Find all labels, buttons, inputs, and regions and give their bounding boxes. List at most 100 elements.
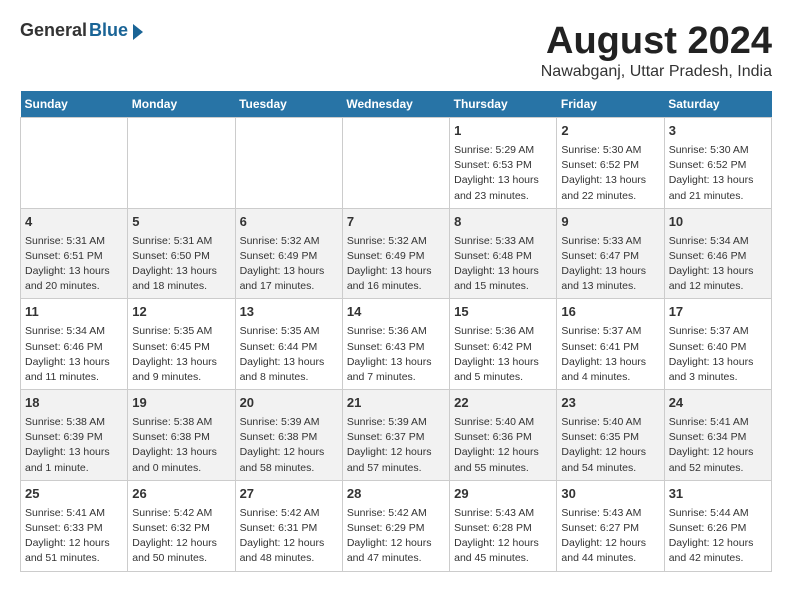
day-number: 22 [454, 394, 552, 413]
day-number: 29 [454, 485, 552, 504]
calendar-cell: 10 Sunrise: 5:34 AM Sunset: 6:46 PM Dayli… [664, 208, 771, 299]
calendar-cell: 16 Sunrise: 5:37 AM Sunset: 6:41 PM Dayli… [557, 299, 664, 390]
day-number: 13 [240, 303, 338, 322]
day-number: 17 [669, 303, 767, 322]
calendar-cell: 28 Sunrise: 5:42 AM Sunset: 6:29 PM Dayli… [342, 480, 449, 571]
day-info: Sunrise: 5:31 AM Sunset: 6:50 PM Dayligh… [132, 234, 230, 295]
calendar-cell [128, 118, 235, 209]
day-info: Sunrise: 5:30 AM Sunset: 6:52 PM Dayligh… [561, 143, 659, 204]
calendar-cell: 6Sunrise: 5:32 AM Sunset: 6:49 PM Daylig… [235, 208, 342, 299]
calendar-cell: 27 Sunrise: 5:42 AM Sunset: 6:31 PM Dayli… [235, 480, 342, 571]
day-number: 11 [25, 303, 123, 322]
day-info: Sunrise: 5:41 AM Sunset: 6:34 PM Dayligh… [669, 415, 767, 476]
day-info: Sunrise: 5:34 AM Sunset: 6:46 PM Dayligh… [25, 324, 123, 385]
day-number: 10 [669, 213, 767, 232]
day-header-saturday: Saturday [664, 91, 771, 118]
day-info: Sunrise: 5:41 AM Sunset: 6:33 PM Dayligh… [25, 506, 123, 567]
calendar-cell: 11 Sunrise: 5:34 AM Sunset: 6:46 PM Dayli… [21, 299, 128, 390]
day-info: Sunrise: 5:34 AM Sunset: 6:46 PM Dayligh… [669, 234, 767, 295]
day-number: 23 [561, 394, 659, 413]
day-number: 14 [347, 303, 445, 322]
calendar-cell: 30Sunrise: 5:43 AM Sunset: 6:27 PM Dayli… [557, 480, 664, 571]
logo-general: General [20, 20, 87, 41]
day-info: Sunrise: 5:40 AM Sunset: 6:36 PM Dayligh… [454, 415, 552, 476]
day-info: Sunrise: 5:40 AM Sunset: 6:35 PM Dayligh… [561, 415, 659, 476]
calendar-cell: 31Sunrise: 5:44 AM Sunset: 6:26 PM Dayli… [664, 480, 771, 571]
day-number: 26 [132, 485, 230, 504]
calendar-header: SundayMondayTuesdayWednesdayThursdayFrid… [21, 91, 772, 118]
day-info: Sunrise: 5:33 AM Sunset: 6:48 PM Dayligh… [454, 234, 552, 295]
calendar-cell [342, 118, 449, 209]
calendar-cell: 3 Sunrise: 5:30 AM Sunset: 6:52 PM Daylig… [664, 118, 771, 209]
page-header: General Blue August 2024 Nawabganj, Utta… [20, 20, 772, 81]
day-info: Sunrise: 5:33 AM Sunset: 6:47 PM Dayligh… [561, 234, 659, 295]
day-info: Sunrise: 5:35 AM Sunset: 6:45 PM Dayligh… [132, 324, 230, 385]
day-number: 8 [454, 213, 552, 232]
day-info: Sunrise: 5:42 AM Sunset: 6:31 PM Dayligh… [240, 506, 338, 567]
calendar-cell: 7Sunrise: 5:32 AM Sunset: 6:49 PM Daylig… [342, 208, 449, 299]
day-number: 21 [347, 394, 445, 413]
calendar-cell: 20 Sunrise: 5:39 AM Sunset: 6:38 PM Dayli… [235, 390, 342, 481]
calendar-cell: 4 Sunrise: 5:31 AM Sunset: 6:51 PM Daylig… [21, 208, 128, 299]
day-info: Sunrise: 5:42 AM Sunset: 6:32 PM Dayligh… [132, 506, 230, 567]
calendar-cell: 17Sunrise: 5:37 AM Sunset: 6:40 PM Dayli… [664, 299, 771, 390]
day-number: 25 [25, 485, 123, 504]
calendar-cell: 8 Sunrise: 5:33 AM Sunset: 6:48 PM Daylig… [450, 208, 557, 299]
day-number: 12 [132, 303, 230, 322]
calendar-cell [21, 118, 128, 209]
logo-arrow-icon [133, 24, 143, 40]
day-number: 20 [240, 394, 338, 413]
day-header-tuesday: Tuesday [235, 91, 342, 118]
day-number: 27 [240, 485, 338, 504]
day-info: Sunrise: 5:37 AM Sunset: 6:41 PM Dayligh… [561, 324, 659, 385]
day-header-wednesday: Wednesday [342, 91, 449, 118]
calendar-cell: 26 Sunrise: 5:42 AM Sunset: 6:32 PM Dayli… [128, 480, 235, 571]
day-number: 5 [132, 213, 230, 232]
day-info: Sunrise: 5:43 AM Sunset: 6:28 PM Dayligh… [454, 506, 552, 567]
day-header-thursday: Thursday [450, 91, 557, 118]
day-info: Sunrise: 5:32 AM Sunset: 6:49 PM Dayligh… [240, 234, 338, 295]
calendar-cell: 13Sunrise: 5:35 AM Sunset: 6:44 PM Dayli… [235, 299, 342, 390]
calendar-cell: 9 Sunrise: 5:33 AM Sunset: 6:47 PM Daylig… [557, 208, 664, 299]
day-info: Sunrise: 5:36 AM Sunset: 6:43 PM Dayligh… [347, 324, 445, 385]
location-subtitle: Nawabganj, Uttar Pradesh, India [541, 63, 772, 81]
calendar-cell [235, 118, 342, 209]
calendar-cell: 23 Sunrise: 5:40 AM Sunset: 6:35 PM Dayli… [557, 390, 664, 481]
calendar-table: SundayMondayTuesdayWednesdayThursdayFrid… [20, 91, 772, 572]
day-info: Sunrise: 5:38 AM Sunset: 6:38 PM Dayligh… [132, 415, 230, 476]
day-number: 3 [669, 122, 767, 141]
day-header-friday: Friday [557, 91, 664, 118]
calendar-cell: 19 Sunrise: 5:38 AM Sunset: 6:38 PM Dayli… [128, 390, 235, 481]
day-number: 18 [25, 394, 123, 413]
day-info: Sunrise: 5:44 AM Sunset: 6:26 PM Dayligh… [669, 506, 767, 567]
logo: General Blue [20, 20, 143, 41]
day-info: Sunrise: 5:31 AM Sunset: 6:51 PM Dayligh… [25, 234, 123, 295]
month-title: August 2024 [541, 20, 772, 63]
calendar-cell: 21Sunrise: 5:39 AM Sunset: 6:37 PM Dayli… [342, 390, 449, 481]
calendar-cell: 14 Sunrise: 5:36 AM Sunset: 6:43 PM Dayli… [342, 299, 449, 390]
day-info: Sunrise: 5:38 AM Sunset: 6:39 PM Dayligh… [25, 415, 123, 476]
day-number: 24 [669, 394, 767, 413]
day-number: 7 [347, 213, 445, 232]
day-number: 4 [25, 213, 123, 232]
calendar-cell: 15Sunrise: 5:36 AM Sunset: 6:42 PM Dayli… [450, 299, 557, 390]
day-info: Sunrise: 5:42 AM Sunset: 6:29 PM Dayligh… [347, 506, 445, 567]
calendar-cell: 25 Sunrise: 5:41 AM Sunset: 6:33 PM Dayli… [21, 480, 128, 571]
calendar-cell: 22 Sunrise: 5:40 AM Sunset: 6:36 PM Dayli… [450, 390, 557, 481]
day-number: 9 [561, 213, 659, 232]
logo-blue: Blue [89, 20, 128, 41]
calendar-cell: 18 Sunrise: 5:38 AM Sunset: 6:39 PM Dayli… [21, 390, 128, 481]
calendar-cell: 5 Sunrise: 5:31 AM Sunset: 6:50 PM Daylig… [128, 208, 235, 299]
day-info: Sunrise: 5:29 AM Sunset: 6:53 PM Dayligh… [454, 143, 552, 204]
day-number: 19 [132, 394, 230, 413]
calendar-cell: 2 Sunrise: 5:30 AM Sunset: 6:52 PM Daylig… [557, 118, 664, 209]
day-header-sunday: Sunday [21, 91, 128, 118]
day-header-monday: Monday [128, 91, 235, 118]
title-block: August 2024 Nawabganj, Uttar Pradesh, In… [541, 20, 772, 81]
day-number: 2 [561, 122, 659, 141]
day-number: 16 [561, 303, 659, 322]
day-number: 1 [454, 122, 552, 141]
day-number: 28 [347, 485, 445, 504]
day-info: Sunrise: 5:39 AM Sunset: 6:38 PM Dayligh… [240, 415, 338, 476]
day-info: Sunrise: 5:30 AM Sunset: 6:52 PM Dayligh… [669, 143, 767, 204]
